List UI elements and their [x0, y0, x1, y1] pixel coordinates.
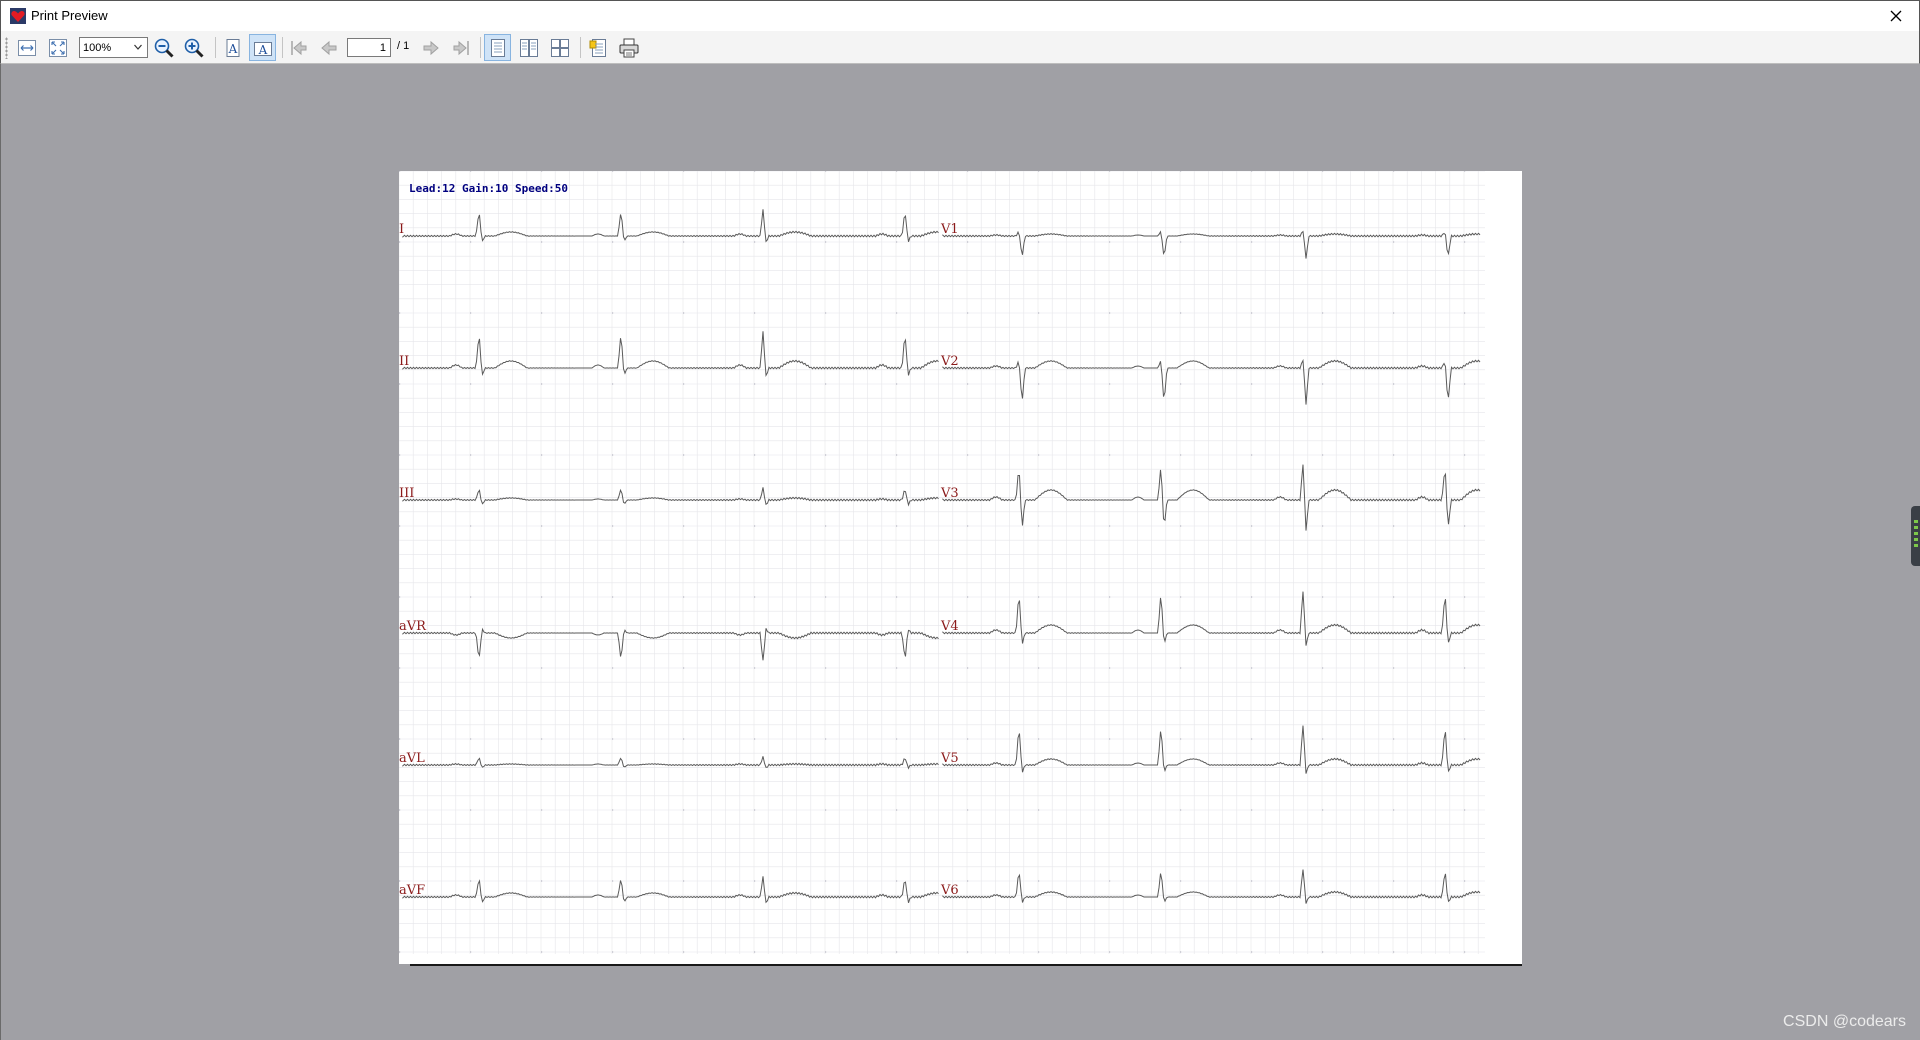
last-page-icon: [453, 40, 469, 55]
page-number-input[interactable]: [347, 38, 391, 57]
landscape-button[interactable]: A: [249, 34, 276, 61]
zoom-out-button[interactable]: [150, 34, 177, 61]
watermark: CSDN @codears: [1783, 1013, 1906, 1030]
fit-page-button[interactable]: [44, 34, 71, 61]
first-page-button[interactable]: [285, 34, 312, 61]
ecg-trace-aVL: [402, 756, 939, 770]
lead-label-left-5: aVF: [399, 883, 425, 898]
single-page-button[interactable]: [484, 34, 511, 61]
ecg-trace-aVR: [402, 627, 939, 661]
title-bar: Print Preview: [0, 0, 1920, 31]
zoom-in-button[interactable]: [180, 34, 207, 61]
portrait-icon: A: [226, 38, 239, 57]
lead-label-left-3: aVR: [399, 619, 427, 634]
page-setup-button[interactable]: [584, 34, 611, 61]
window-title: Print Preview: [31, 8, 108, 23]
ecg-trace-II: [402, 331, 939, 377]
lead-label-left-2: III: [399, 486, 414, 501]
lead-label-right-0: V1: [940, 222, 959, 237]
zoom-value: 100%: [83, 41, 112, 54]
close-button[interactable]: [1873, 1, 1919, 31]
zoom-select[interactable]: 100%: [79, 37, 148, 58]
ecg-grid: [399, 171, 1485, 954]
ecg-trace-aVF: [402, 876, 939, 904]
ecg-grid-dots: [399, 171, 1466, 953]
all-pages-button[interactable]: [546, 34, 573, 61]
next-page-icon: [423, 40, 439, 55]
ecg-lead-labels: I V1 II V2 III V3 aVR V4 aVL V5 aVF V6: [399, 222, 959, 898]
lead-label-right-4: V5: [940, 751, 959, 766]
previous-page-button[interactable]: [315, 34, 342, 61]
print-button[interactable]: [615, 34, 642, 61]
heart-app-icon: [10, 8, 26, 24]
chevron-down-icon: [134, 44, 142, 50]
ecg-trace-III: [402, 487, 939, 507]
landscape-icon: A: [253, 41, 272, 57]
zoom-out-icon: [154, 38, 174, 58]
facing-pages-button[interactable]: [515, 34, 542, 61]
lead-label-right-2: V3: [940, 486, 959, 501]
toolbar-separator: [480, 37, 481, 58]
ecg-header: Lead:12 Gain:10 Speed:50: [409, 182, 568, 195]
toolbar-separator: [580, 37, 581, 58]
lead-label-left-4: aVL: [399, 751, 425, 766]
facing-pages-icon: [519, 38, 538, 57]
printer-icon: [619, 38, 638, 57]
fit-width-button[interactable]: [13, 34, 40, 61]
toolbar-separator: [215, 37, 216, 58]
preview-page: Lead:12 Gain:10 Speed:50 I V1 II V2 III V3 aVR…: [399, 171, 1522, 964]
page-setup-icon: [589, 38, 606, 57]
fit-width-icon: [17, 39, 36, 56]
zoom-in-icon: [184, 38, 204, 58]
toolbar-grip-icon[interactable]: [5, 37, 8, 59]
ecg-grid-lines: [399, 171, 1485, 954]
lead-label-right-3: V4: [940, 619, 959, 634]
svg-text:A: A: [227, 42, 237, 56]
portrait-button[interactable]: A: [219, 34, 246, 61]
all-pages-icon: [550, 38, 569, 57]
close-icon: [1890, 10, 1902, 22]
fit-page-icon: [48, 38, 67, 57]
lead-label-right-5: V6: [940, 883, 959, 898]
lead-label-left-1: II: [399, 354, 409, 369]
side-panel-handle[interactable]: [1911, 506, 1920, 566]
next-page-button[interactable]: [417, 34, 444, 61]
lead-label-left-0: I: [399, 222, 404, 237]
page-total: / 1: [397, 40, 410, 52]
single-page-icon: [490, 38, 505, 57]
ecg-traces: [402, 209, 1481, 904]
first-page-icon: [290, 40, 306, 55]
last-page-button[interactable]: [447, 34, 474, 61]
ecg-trace-I: [402, 209, 939, 243]
lead-label-right-1: V2: [940, 354, 959, 369]
toolbar: 100% A A 1 / 1: [0, 31, 1920, 64]
previous-page-icon: [320, 40, 336, 55]
svg-text:A: A: [257, 43, 267, 57]
toolbar-separator: [282, 37, 283, 58]
ecg-chart: Lead:12 Gain:10 Speed:50 I V1 II V2 III V3 aVR…: [399, 171, 1485, 954]
